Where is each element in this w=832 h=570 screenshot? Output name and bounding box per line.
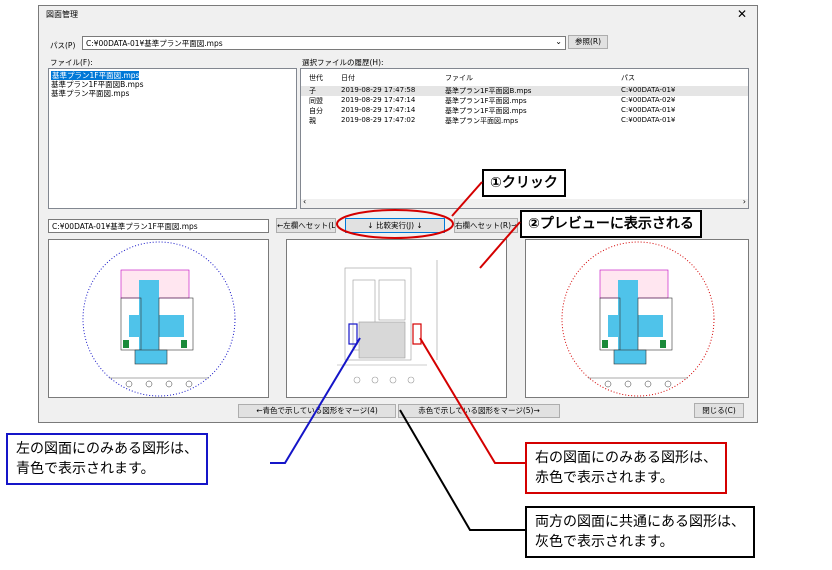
preview-annotation: ②プレビューに表示される <box>520 210 702 238</box>
history-label: 選択ファイルの履歴(H): <box>302 58 384 67</box>
file-list-item-label: 基準プラン平面図.mps <box>51 89 130 98</box>
col-path: パス <box>621 74 635 82</box>
col-generation: 世代 <box>309 74 323 82</box>
file-list-item-label: 基準プラン1F平面図.mps <box>51 71 140 80</box>
history-row[interactable]: 親 2019-08-29 17:47:02 基準プラン平面図.mps C:¥00DAT… <box>301 116 748 126</box>
gray-pointer-line <box>399 409 525 531</box>
blue-callout-line2: 青色で表示されます。 <box>16 461 155 477</box>
history-cell: 基準プラン1F平面図.mps <box>445 97 527 105</box>
file-list-item[interactable]: 基準プラン1F平面図.mps <box>49 71 296 80</box>
history-cell: 基準プラン1F平面図.mps <box>445 107 527 115</box>
gray-callout: 両方の図面に共通にある図形は、 灰色で表示されます。 <box>525 506 755 558</box>
close-button[interactable]: 閉じる(C) <box>694 403 744 418</box>
chevron-down-icon[interactable]: ⌄ <box>555 37 562 46</box>
path-label: パス(P) <box>50 41 76 50</box>
right-floorplan-preview <box>561 241 715 397</box>
history-cell: 基準プラン1F平面図B.mps <box>445 87 532 95</box>
center-preview <box>286 239 507 398</box>
close-icon[interactable]: ✕ <box>734 6 750 22</box>
history-cell: 2019-08-29 17:47:02 <box>341 116 416 124</box>
browse-button[interactable]: 参照(R) <box>568 35 608 49</box>
click-annotation: ①クリック <box>482 169 566 197</box>
file-list-item[interactable]: 基準プラン1F平面図B.mps <box>49 80 296 89</box>
history-row[interactable]: 自分 2019-08-29 17:47:14 基準プラン1F平面図.mps C:¥00… <box>301 106 748 116</box>
history-cell: C:¥00DATA-02¥ <box>621 96 676 104</box>
floorplan-drawing <box>109 269 209 388</box>
red-callout-line1: 右の図面にのみある図形は、 <box>535 450 717 466</box>
path-combo[interactable]: C:¥00DATA-01¥基準プラン平面図.mps ⌄ <box>82 36 566 50</box>
file-list-item[interactable]: 基準プラン平面図.mps <box>49 89 296 98</box>
run-compare-button[interactable]: ↓ 比較実行(J) ↓ <box>345 218 445 233</box>
red-callout: 右の図面にのみある図形は、 赤色で表示されます。 <box>525 442 727 494</box>
diff-floorplan-preview <box>337 260 438 384</box>
history-cell: C:¥00DATA-01¥ <box>621 106 676 114</box>
gray-callout-line2: 灰色で表示されます。 <box>535 534 674 550</box>
history-cell: 基準プラン平面図.mps <box>445 117 519 125</box>
blue-callout: 左の図面にのみある図形は、 青色で表示されます。 <box>6 433 208 485</box>
dialog-title: 図面管理 <box>46 10 78 19</box>
history-scrollbar[interactable]: ‹ › <box>301 197 748 208</box>
scroll-right-icon[interactable]: › <box>743 197 746 206</box>
history-cell: 同盟 <box>309 97 323 105</box>
right-preview <box>525 239 749 398</box>
left-path-field: C:¥00DATA-01¥基準プラン1F平面図.mps <box>48 219 269 233</box>
col-file: ファイル <box>445 74 473 82</box>
history-row[interactable]: 子 2019-08-29 17:47:58 基準プラン1F平面図B.mps C:¥00… <box>301 86 748 96</box>
history-header: 世代 日付 ファイル パス <box>301 73 748 83</box>
path-value: C:¥00DATA-01¥基準プラン平面図.mps <box>86 39 223 48</box>
history-cell: 自分 <box>309 107 323 115</box>
file-list-item-label: 基準プラン1F平面図B.mps <box>51 80 144 89</box>
set-left-button[interactable]: ←左欄へセット(L) <box>276 218 336 233</box>
red-callout-line2: 赤色で表示されます。 <box>535 470 674 486</box>
merge-blue-button[interactable]: ←青色で示している図形をマージ(4) <box>238 404 396 418</box>
scroll-left-icon[interactable]: ‹ <box>303 197 306 206</box>
file-list-label: ファイル(F): <box>50 58 93 67</box>
gray-callout-line1: 両方の図面に共通にある図形は、 <box>535 514 745 530</box>
merge-red-button[interactable]: 赤色で示している図形をマージ(5)→ <box>398 404 560 418</box>
history-cell: 2019-08-29 17:47:14 <box>341 106 416 114</box>
history-cell: 2019-08-29 17:47:58 <box>341 86 416 94</box>
history-cell: 親 <box>309 117 316 125</box>
blue-callout-line1: 左の図面にのみある図形は、 <box>16 441 198 457</box>
file-list[interactable]: 基準プラン1F平面図.mps 基準プラン1F平面図B.mps 基準プラン平面図.mp… <box>48 68 297 209</box>
red-diff-shape <box>412 323 422 345</box>
history-cell: 子 <box>309 87 316 95</box>
col-date: 日付 <box>341 74 355 82</box>
history-cell: C:¥00DATA-01¥ <box>621 116 676 124</box>
left-floorplan-preview <box>82 241 236 397</box>
history-cell: 2019-08-29 17:47:14 <box>341 96 416 104</box>
history-cell: C:¥00DATA-01¥ <box>621 86 676 94</box>
history-row[interactable]: 同盟 2019-08-29 17:47:14 基準プラン1F平面図.mps C:¥00… <box>301 96 748 106</box>
set-right-button[interactable]: 右欄へセット(R)→ <box>454 218 518 233</box>
left-preview <box>48 239 269 398</box>
